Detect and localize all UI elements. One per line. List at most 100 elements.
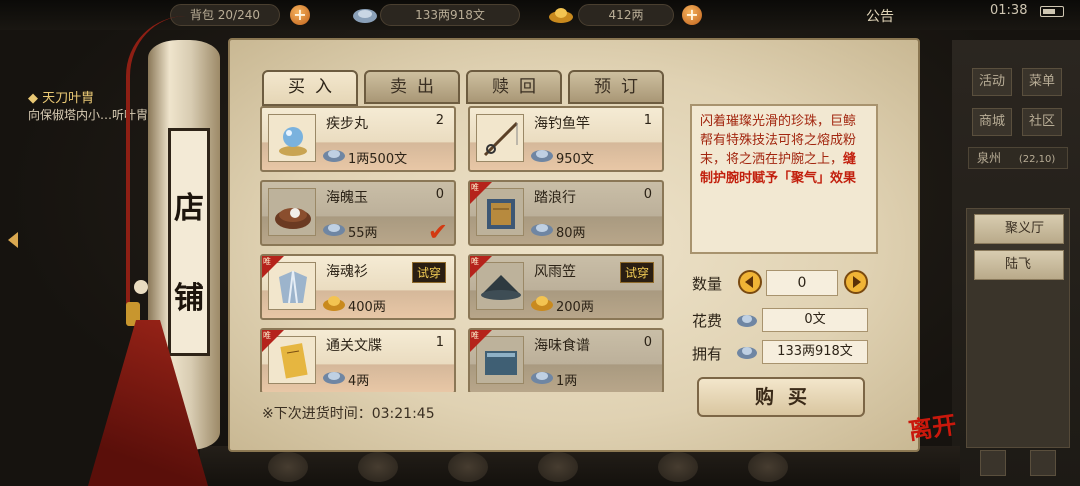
item-price: 1两 [556,374,578,389]
item-price: 55两 [348,226,378,241]
item-name: 海味食谱 [534,338,590,354]
player-list [966,208,1070,448]
community-button[interactable]: 社区 [1022,108,1062,136]
tab-redeem[interactable]: 赎回 [466,70,562,104]
shop-item-card[interactable]: 风雨笠 试穿 200两 [468,254,664,320]
owned-label: 拥有 [692,345,723,363]
straw-hat-icon [476,262,524,310]
item-quantity: 2 [435,113,444,128]
copper-balance: 133两918文 [380,4,520,26]
add-gold-button[interactable]: + [682,5,702,25]
copper-coin-icon [531,150,553,162]
leave-label: 离开 [906,409,959,446]
clock: 01:38 [990,3,1028,18]
shop-item-card[interactable]: 海魄玉 0 55两 ✔ [260,180,456,246]
copper-coin-icon [737,315,757,327]
tab-buy[interactable]: 买入 [262,70,358,106]
shop-title-char: 铺 [174,281,204,316]
item-list[interactable]: 疾步丸 2 1两500文 海钓鱼竿 1 950文 海魄玉 0 55两 ✔ 唯 踏… [258,102,670,392]
copper-coin-icon [323,150,345,162]
gold-ingot-icon [323,296,345,311]
menu-button[interactable]: 菜单 [1022,68,1062,96]
mall-button[interactable]: 商城 [972,108,1012,136]
item-price: 950文 [556,152,594,167]
city-name: 泉州 [977,151,1002,165]
item-price: 200两 [556,300,594,315]
increase-arrow-icon[interactable] [844,268,868,296]
buy-button[interactable]: 购买 [697,377,865,417]
coordinates: (22,10) [1018,154,1056,165]
try-on-button[interactable]: 试穿 [411,262,446,283]
item-price: 80两 [556,226,586,241]
description-text: 闪着璀璨光滑的珍珠，巨鲸帮有特殊技法可将之熔成粉末，将之洒在护腕之上， [700,114,857,167]
collapse-arrow-icon[interactable] [8,232,18,248]
cost-value: 0文 [762,308,868,332]
copper-coin-icon [323,224,345,236]
battery-icon [1040,6,1064,17]
player-item[interactable]: 聚义厅 [974,214,1064,244]
item-description: 闪着璀璨光滑的珍珠，巨鲸帮有特殊技法可将之熔成粉末，将之洒在护腕之上，缝制护腕时… [690,104,878,254]
tab-preorder[interactable]: 预订 [568,70,664,104]
add-capacity-button[interactable]: + [290,5,310,25]
bottom-menu-bar [200,446,960,486]
book-icon [476,188,524,236]
location-display: 泉州 (22,10) [968,147,1068,169]
small-tool-button[interactable] [1030,450,1056,476]
notice-button[interactable]: 公告 [866,6,894,26]
item-quantity: 0 [643,187,652,202]
item-name: 踏浪行 [534,190,576,206]
fishing-rod-icon [476,114,524,162]
item-name: 海魄玉 [326,190,368,206]
shop-item-card[interactable]: 通关文牒 1 4两 [260,328,456,392]
item-price: 400两 [348,300,386,315]
copper-coin-icon [737,347,757,359]
shop-item-card[interactable]: 海钓鱼竿 1 950文 [468,106,664,172]
gold-ingot-icon [531,296,553,311]
shop-title-label: 店 铺 [168,128,210,356]
item-quantity: 0 [643,335,652,350]
jade-bead-icon [134,280,148,294]
item-price: 4两 [348,374,370,389]
robe-icon [268,262,316,310]
selected-checkmark-icon: ✔ [427,218,448,246]
owned-value: 133两918文 [762,340,868,364]
item-name: 风雨笠 [534,264,576,280]
bottom-menu-icon[interactable] [448,452,488,482]
item-quantity: 0 [435,187,444,202]
item-name: 疾步丸 [326,116,368,132]
bottom-menu-icon[interactable] [268,452,308,482]
gold-balance: 412两 [578,4,674,26]
item-quantity: 1 [643,113,652,128]
copper-coin-icon [531,224,553,236]
quantity-input[interactable]: 0 [766,270,838,296]
document-icon [268,336,316,384]
shop-item-card[interactable]: 海魂衫 试穿 400两 [260,254,456,320]
pearl-pill-icon [268,114,316,162]
leave-button[interactable]: 离开 [906,405,958,446]
jade-pearl-icon [268,188,316,236]
item-name: 通关文牒 [326,338,382,354]
tab-sell[interactable]: 卖出 [364,70,460,104]
restock-timer: ※下次进货时间：03:21:45 [262,406,435,422]
cost-label: 花费 [692,312,723,330]
bottom-menu-icon[interactable] [538,452,578,482]
bottom-menu-icon[interactable] [748,452,788,482]
copper-coin-icon [531,372,553,384]
decrease-arrow-icon[interactable] [738,268,762,296]
item-price: 1两500文 [348,152,408,167]
copper-coin-icon [353,9,377,23]
quantity-label: 数量 [692,275,723,293]
player-item[interactable]: 陆飞 [974,250,1064,280]
activity-button[interactable]: 活动 [972,68,1012,96]
shop-title-char: 店 [174,191,204,226]
small-tool-button[interactable] [980,450,1006,476]
item-quantity: 1 [435,335,444,350]
shop-item-card[interactable]: 疾步丸 2 1两500文 [260,106,456,172]
copper-coin-icon [323,372,345,384]
try-on-button[interactable]: 试穿 [619,262,654,283]
bottom-menu-icon[interactable] [658,452,698,482]
shop-item-card[interactable]: 踏浪行 0 80两 [468,180,664,246]
gold-ingot-icon [549,8,573,23]
bottom-menu-icon[interactable] [358,452,398,482]
shop-item-card[interactable]: 海味食谱 0 1两 [468,328,664,392]
